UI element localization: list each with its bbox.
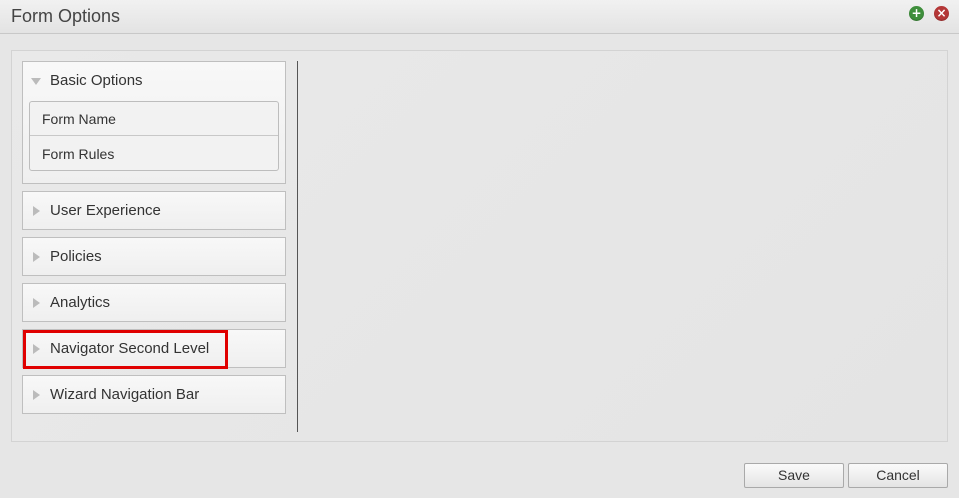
- collapsed-chevron-icon: [33, 344, 40, 354]
- options-panel: Basic Options Form Name Form Rules User …: [11, 50, 948, 442]
- section-label: Wizard Navigation Bar: [50, 386, 200, 403]
- dialog-titlebar: Form Options + ×: [0, 0, 959, 34]
- basic-options-list: Form Name Form Rules: [29, 101, 279, 171]
- dialog-title: Form Options: [11, 6, 121, 26]
- collapsed-chevron-icon: [33, 298, 40, 308]
- section-label: Basic Options: [50, 72, 143, 89]
- sub-item-form-name[interactable]: Form Name: [30, 102, 278, 136]
- section-label: User Experience: [50, 202, 161, 219]
- section-basic-options[interactable]: Basic Options Form Name Form Rules: [22, 61, 286, 184]
- save-button[interactable]: Save: [744, 463, 844, 488]
- expanded-chevron-icon: [31, 78, 41, 85]
- section-label: Analytics: [50, 294, 111, 311]
- collapsed-chevron-icon: [33, 206, 40, 216]
- panel-divider: [297, 61, 298, 432]
- cancel-button[interactable]: Cancel: [848, 463, 948, 488]
- form-options-dialog: Form Options + × Basic Options Form Name…: [0, 0, 959, 498]
- section-policies[interactable]: Policies: [22, 237, 286, 276]
- section-wizard-navigation-bar[interactable]: Wizard Navigation Bar: [22, 375, 286, 414]
- section-analytics[interactable]: Analytics: [22, 283, 286, 322]
- collapsed-chevron-icon: [33, 390, 40, 400]
- add-icon[interactable]: +: [909, 6, 924, 21]
- section-label: Policies: [50, 248, 102, 265]
- collapsed-chevron-icon: [33, 252, 40, 262]
- close-icon[interactable]: ×: [934, 6, 949, 21]
- options-sidebar: Basic Options Form Name Form Rules User …: [22, 61, 286, 431]
- section-user-experience[interactable]: User Experience: [22, 191, 286, 230]
- sub-item-form-rules[interactable]: Form Rules: [30, 137, 278, 170]
- section-navigator-second-level[interactable]: Navigator Second Level: [22, 329, 286, 368]
- section-label: Navigator Second Level: [50, 340, 210, 357]
